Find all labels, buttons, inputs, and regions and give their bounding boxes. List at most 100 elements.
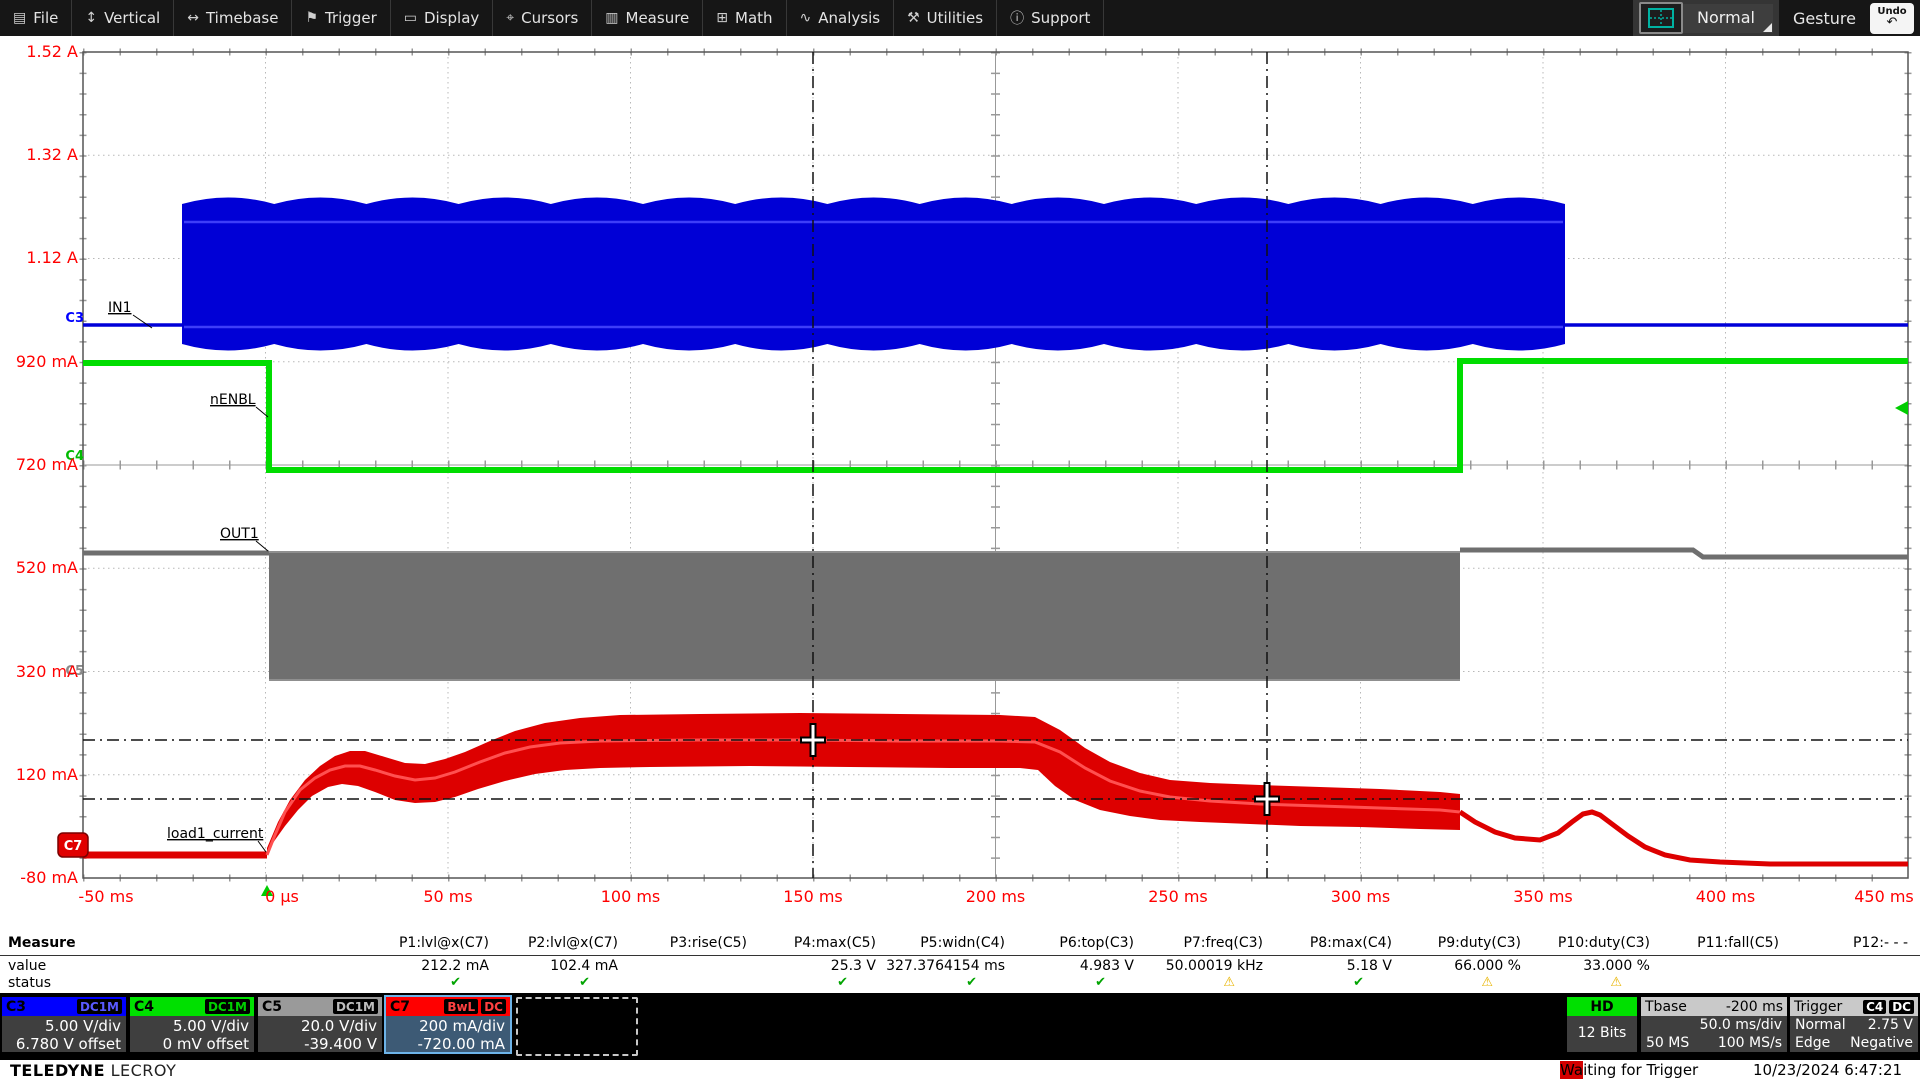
channel-c5-offset: -39.400 V <box>258 1035 377 1053</box>
measure-p7-status-icon <box>1223 975 1235 990</box>
hd-badge: HD <box>1567 997 1637 1016</box>
trace-labels: IN1 nENBL OUT1 load1_current <box>108 300 268 852</box>
trigger-mode: Normal <box>1795 1016 1846 1034</box>
channel-c3-id: C3 <box>6 999 26 1015</box>
menu-math[interactable]: ⊞Math <box>703 0 786 36</box>
undo-arrow-icon: ↶ <box>1887 16 1898 29</box>
menu-cursors-label: Cursors <box>521 9 578 27</box>
measure-p6-value: 4.983 V <box>1080 958 1134 974</box>
measure-p11-label[interactable]: P11:fall(C5) <box>1697 935 1779 951</box>
channel-c5-id: C5 <box>262 999 282 1015</box>
menu-display[interactable]: ▭Display <box>391 0 494 36</box>
tbase-scale: 50.0 ms/div <box>1641 1016 1787 1034</box>
menu-support[interactable]: ⓘSupport <box>997 0 1104 36</box>
measure-p6-status-icon <box>1095 975 1106 990</box>
measure-table: Measure value status P1:lvl@x(C7) 212.2 … <box>0 933 1920 993</box>
channel-c4-offset: 0 mV offset <box>130 1035 249 1053</box>
trace-label-nenbl: nENBL <box>210 392 256 408</box>
dropdown-fold-icon <box>1763 23 1772 32</box>
measure-p6-label[interactable]: P6:top(C3) <box>1059 935 1134 951</box>
menu-timebase[interactable]: ↔Timebase <box>174 0 292 36</box>
trigger-level-marker[interactable] <box>1895 401 1908 415</box>
waveform-plot-area: C3 C4 C5 C7 IN1 nENBL OUT1 load1_current… <box>0 36 1920 933</box>
channel-box-c3[interactable]: C3 DC1M 5.00 V/div 6.780 V offset <box>2 997 126 1052</box>
measure-p5-label[interactable]: P5:widn(C4) <box>920 935 1005 951</box>
y-axis-label: -80 mA <box>20 868 78 887</box>
trigger-status-highlight: Wa <box>1560 1061 1583 1079</box>
channel-box-c5[interactable]: C5 DC1M 20.0 V/div -39.400 V <box>258 997 382 1052</box>
hd-mode-box[interactable]: HD 12 Bits <box>1567 997 1637 1052</box>
menu-utilities[interactable]: ⚒Utilities <box>894 0 997 36</box>
trigger-status-rest: iting for Trigger <box>1583 1061 1698 1079</box>
measure-p2-label[interactable]: P2:lvl@x(C7) <box>528 935 618 951</box>
display-mode-group: Normal <box>1633 0 1779 36</box>
menu-support-label: Support <box>1031 9 1090 27</box>
measure-p5-status-icon <box>966 975 977 990</box>
measure-p4-value: 25.3 V <box>831 958 876 974</box>
menu-analysis[interactable]: ∿Analysis <box>787 0 895 36</box>
cursor-target-icon: ⌖ <box>506 10 514 26</box>
channel-c3-scale: 5.00 V/div <box>2 1017 121 1035</box>
measure-p10-label[interactable]: P10:duty(C3) <box>1558 935 1650 951</box>
channel-c7-id: C7 <box>390 999 410 1015</box>
tbase-rate: 100 MS/s <box>1718 1034 1782 1052</box>
trace-label-out1: OUT1 <box>220 526 259 542</box>
measure-p8-label[interactable]: P8:max(C4) <box>1310 935 1392 951</box>
measure-p3-label[interactable]: P3:rise(C5) <box>670 935 747 951</box>
timebase-box[interactable]: Tbase -200 ms 50.0 ms/div 50 MS 100 MS/s <box>1641 997 1787 1052</box>
measure-p10-status-icon <box>1610 975 1622 990</box>
channel-box-c4[interactable]: C4 DC1M 5.00 V/div 0 mV offset <box>130 997 254 1052</box>
menu-vertical[interactable]: ↕Vertical <box>72 0 174 36</box>
channel-marker-c7[interactable]: C7 <box>58 833 88 857</box>
menu-measure[interactable]: ▥Measure <box>592 0 703 36</box>
display-monitor-icon: ▭ <box>404 10 417 26</box>
undo-button[interactable]: Undo ↶ <box>1870 3 1914 34</box>
status-row-header: status <box>8 975 51 991</box>
measure-p2-status-icon <box>579 975 590 990</box>
measure-p9-status-icon <box>1481 975 1493 990</box>
channel-c3-offset: 6.780 V offset <box>2 1035 121 1053</box>
channel-c4-coupling-badge: DC1M <box>205 999 250 1014</box>
brand-logo: TELEDYNE LECROY <box>10 1061 176 1080</box>
measure-p7-label[interactable]: P7:freq(C3) <box>1183 935 1263 951</box>
measure-p7-value: 50.00019 kHz <box>1166 958 1263 974</box>
menu-file[interactable]: ▤File <box>0 0 72 36</box>
display-mode-dropdown[interactable]: Normal <box>1683 4 1773 33</box>
oscilloscope-screen: ▤File ↕Vertical ↔Timebase ⚑Trigger ▭Disp… <box>0 0 1920 1080</box>
trigger-box[interactable]: Trigger C4 DC Normal 2.75 V Edge Negativ… <box>1790 997 1918 1052</box>
menu-trigger[interactable]: ⚑Trigger <box>292 0 390 36</box>
x-axis-label: 250 ms <box>1148 887 1208 906</box>
vertical-arrows-icon: ↕ <box>85 10 97 26</box>
measure-p1-value: 212.2 mA <box>421 958 489 974</box>
tools-icon: ⚒ <box>907 10 920 26</box>
y-axis-label: 1.52 A <box>26 42 78 61</box>
empty-channel-slot[interactable] <box>516 997 638 1056</box>
svg-text:C7: C7 <box>64 839 83 854</box>
measure-p9-value: 66.000 % <box>1454 958 1521 974</box>
trigger-level: 2.75 V <box>1868 1016 1913 1034</box>
channel-marker-c3[interactable]: C3 <box>65 311 84 326</box>
calculator-icon: ⊞ <box>716 10 728 26</box>
waveform-chart-icon: ∿ <box>800 10 812 26</box>
y-axis-label: 1.32 A <box>26 145 78 164</box>
measure-p1-label[interactable]: P1:lvl@x(C7) <box>399 935 489 951</box>
measure-p12-label[interactable]: P12:- - - <box>1853 935 1908 951</box>
menu-bar-right: Normal Gesture Undo ↶ <box>1633 0 1920 36</box>
trigger-slope: Negative <box>1850 1034 1913 1052</box>
trigger-coupling-badge: DC <box>1889 1000 1914 1014</box>
grid-display-button[interactable] <box>1639 2 1683 34</box>
channel-box-c7-selected[interactable]: C7 BwL DC 200 mA/div -720.00 mA <box>386 997 510 1052</box>
display-mode-value: Normal <box>1697 8 1755 27</box>
x-axis-label: -50 ms <box>78 887 133 906</box>
trigger-flag-icon: ⚑ <box>305 10 318 26</box>
x-axis-label: 200 ms <box>966 887 1026 906</box>
menu-cursors[interactable]: ⌖ Cursors <box>493 0 592 36</box>
trigger-source-badge: C4 <box>1863 1000 1886 1014</box>
y-axis-label: 120 mA <box>16 765 78 784</box>
trace-c3-in1 <box>83 198 1908 351</box>
grid-icon <box>1648 8 1674 28</box>
measure-p4-label[interactable]: P4:max(C5) <box>794 935 876 951</box>
measure-p9-label[interactable]: P9:duty(C3) <box>1438 935 1521 951</box>
trigger-label: Trigger <box>1794 999 1842 1015</box>
horizontal-arrows-icon: ↔ <box>187 10 199 26</box>
